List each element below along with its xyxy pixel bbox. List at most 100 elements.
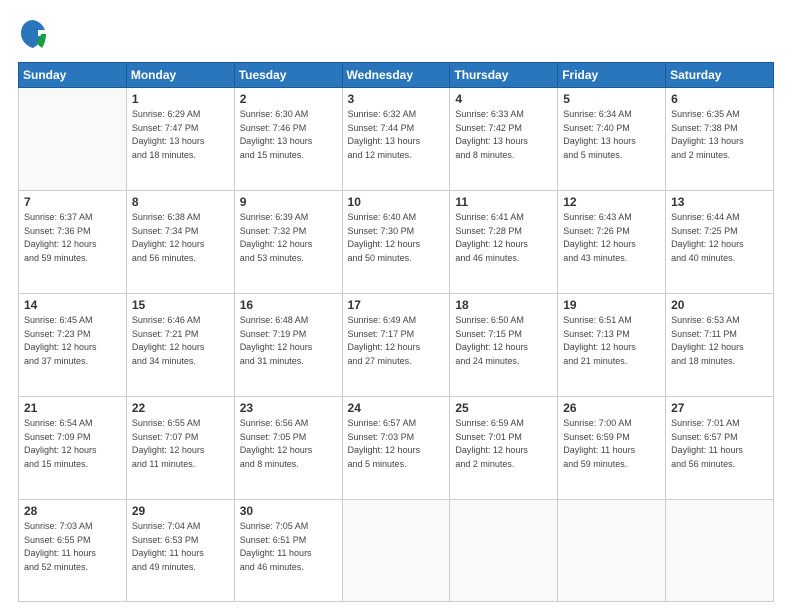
day-number: 7 (24, 195, 121, 209)
day-number: 26 (563, 401, 660, 415)
day-info: Sunrise: 7:03 AMSunset: 6:55 PMDaylight:… (24, 520, 121, 574)
calendar-day-cell: 28 Sunrise: 7:03 AMSunset: 6:55 PMDayligh… (19, 500, 127, 602)
day-number: 17 (348, 298, 445, 312)
day-number: 4 (455, 92, 552, 106)
day-info: Sunrise: 6:39 AMSunset: 7:32 PMDaylight:… (240, 211, 337, 265)
calendar-day-cell: 13 Sunrise: 6:44 AMSunset: 7:25 PMDayligh… (666, 191, 774, 294)
calendar-day-cell: 11 Sunrise: 6:41 AMSunset: 7:28 PMDayligh… (450, 191, 558, 294)
calendar-day-cell: 8 Sunrise: 6:38 AMSunset: 7:34 PMDaylight… (126, 191, 234, 294)
day-info: Sunrise: 7:00 AMSunset: 6:59 PMDaylight:… (563, 417, 660, 471)
calendar-day-cell: 3 Sunrise: 6:32 AMSunset: 7:44 PMDaylight… (342, 88, 450, 191)
day-info: Sunrise: 6:30 AMSunset: 7:46 PMDaylight:… (240, 108, 337, 162)
calendar-week-row: 7 Sunrise: 6:37 AMSunset: 7:36 PMDaylight… (19, 191, 774, 294)
calendar-day-cell: 5Sunrise: 6:34 AMSunset: 7:40 PMDaylight… (558, 88, 666, 191)
calendar-day-cell: 6 Sunrise: 6:35 AMSunset: 7:38 PMDaylight… (666, 88, 774, 191)
day-info: Sunrise: 6:40 AMSunset: 7:30 PMDaylight:… (348, 211, 445, 265)
calendar-day-cell: 30 Sunrise: 7:05 AMSunset: 6:51 PMDayligh… (234, 500, 342, 602)
weekday-header-monday: Monday (126, 63, 234, 88)
day-number: 22 (132, 401, 229, 415)
day-info: Sunrise: 6:49 AMSunset: 7:17 PMDaylight:… (348, 314, 445, 368)
logo (18, 18, 52, 54)
weekday-header-saturday: Saturday (666, 63, 774, 88)
day-info: Sunrise: 6:38 AMSunset: 7:34 PMDaylight:… (132, 211, 229, 265)
day-number: 27 (671, 401, 768, 415)
day-info: Sunrise: 6:33 AMSunset: 7:42 PMDaylight:… (455, 108, 552, 162)
day-number: 3 (348, 92, 445, 106)
day-info: Sunrise: 6:51 AMSunset: 7:13 PMDaylight:… (563, 314, 660, 368)
logo-icon (18, 18, 48, 54)
day-number: 12 (563, 195, 660, 209)
day-number: 15 (132, 298, 229, 312)
day-info: Sunrise: 6:37 AMSunset: 7:36 PMDaylight:… (24, 211, 121, 265)
day-info: Sunrise: 6:59 AMSunset: 7:01 PMDaylight:… (455, 417, 552, 471)
calendar-header-row: SundayMondayTuesdayWednesdayThursdayFrid… (19, 63, 774, 88)
day-number: 19 (563, 298, 660, 312)
calendar-day-cell: 15 Sunrise: 6:46 AMSunset: 7:21 PMDayligh… (126, 294, 234, 397)
day-info: Sunrise: 6:48 AMSunset: 7:19 PMDaylight:… (240, 314, 337, 368)
calendar-week-row: 1Sunrise: 6:29 AMSunset: 7:47 PMDaylight… (19, 88, 774, 191)
day-info: Sunrise: 6:35 AMSunset: 7:38 PMDaylight:… (671, 108, 768, 162)
day-number: 2 (240, 92, 337, 106)
calendar-day-cell: 29 Sunrise: 7:04 AMSunset: 6:53 PMDayligh… (126, 500, 234, 602)
day-number: 10 (348, 195, 445, 209)
calendar-day-cell: 20 Sunrise: 6:53 AMSunset: 7:11 PMDayligh… (666, 294, 774, 397)
day-number: 21 (24, 401, 121, 415)
calendar-day-cell: 9Sunrise: 6:39 AMSunset: 7:32 PMDaylight… (234, 191, 342, 294)
day-info: Sunrise: 7:05 AMSunset: 6:51 PMDaylight:… (240, 520, 337, 574)
day-number: 20 (671, 298, 768, 312)
calendar-day-cell: 19 Sunrise: 6:51 AMSunset: 7:13 PMDayligh… (558, 294, 666, 397)
day-info: Sunrise: 6:46 AMSunset: 7:21 PMDaylight:… (132, 314, 229, 368)
calendar-day-cell: 17 Sunrise: 6:49 AMSunset: 7:17 PMDayligh… (342, 294, 450, 397)
day-number: 11 (455, 195, 552, 209)
day-info: Sunrise: 6:50 AMSunset: 7:15 PMDaylight:… (455, 314, 552, 368)
calendar-day-cell (558, 500, 666, 602)
calendar-week-row: 14Sunrise: 6:45 AMSunset: 7:23 PMDayligh… (19, 294, 774, 397)
calendar-day-cell: 10 Sunrise: 6:40 AMSunset: 7:30 PMDayligh… (342, 191, 450, 294)
calendar-day-cell: 1Sunrise: 6:29 AMSunset: 7:47 PMDaylight… (126, 88, 234, 191)
calendar-day-cell (450, 500, 558, 602)
day-number: 16 (240, 298, 337, 312)
day-number: 18 (455, 298, 552, 312)
day-number: 14 (24, 298, 121, 312)
calendar-day-cell: 7 Sunrise: 6:37 AMSunset: 7:36 PMDaylight… (19, 191, 127, 294)
day-info: Sunrise: 7:01 AMSunset: 6:57 PMDaylight:… (671, 417, 768, 471)
day-info: Sunrise: 6:32 AMSunset: 7:44 PMDaylight:… (348, 108, 445, 162)
calendar-day-cell: 2 Sunrise: 6:30 AMSunset: 7:46 PMDaylight… (234, 88, 342, 191)
day-info: Sunrise: 6:44 AMSunset: 7:25 PMDaylight:… (671, 211, 768, 265)
day-number: 13 (671, 195, 768, 209)
calendar-week-row: 28 Sunrise: 7:03 AMSunset: 6:55 PMDayligh… (19, 500, 774, 602)
weekday-header-friday: Friday (558, 63, 666, 88)
calendar-day-cell: 16 Sunrise: 6:48 AMSunset: 7:19 PMDayligh… (234, 294, 342, 397)
day-info: Sunrise: 6:41 AMSunset: 7:28 PMDaylight:… (455, 211, 552, 265)
calendar-day-cell: 18 Sunrise: 6:50 AMSunset: 7:15 PMDayligh… (450, 294, 558, 397)
day-number: 28 (24, 504, 121, 518)
weekday-header-sunday: Sunday (19, 63, 127, 88)
day-info: Sunrise: 7:04 AMSunset: 6:53 PMDaylight:… (132, 520, 229, 574)
calendar-day-cell: 27 Sunrise: 7:01 AMSunset: 6:57 PMDayligh… (666, 397, 774, 500)
calendar-day-cell: 25 Sunrise: 6:59 AMSunset: 7:01 PMDayligh… (450, 397, 558, 500)
calendar-table: SundayMondayTuesdayWednesdayThursdayFrid… (18, 62, 774, 602)
calendar-day-cell: 21Sunrise: 6:54 AMSunset: 7:09 PMDayligh… (19, 397, 127, 500)
day-number: 23 (240, 401, 337, 415)
day-number: 29 (132, 504, 229, 518)
day-number: 8 (132, 195, 229, 209)
day-number: 6 (671, 92, 768, 106)
calendar-day-cell: 24Sunrise: 6:57 AMSunset: 7:03 PMDayligh… (342, 397, 450, 500)
calendar-day-cell: 23Sunrise: 6:56 AMSunset: 7:05 PMDayligh… (234, 397, 342, 500)
day-info: Sunrise: 6:53 AMSunset: 7:11 PMDaylight:… (671, 314, 768, 368)
day-number: 25 (455, 401, 552, 415)
day-number: 30 (240, 504, 337, 518)
calendar-week-row: 21Sunrise: 6:54 AMSunset: 7:09 PMDayligh… (19, 397, 774, 500)
header (18, 18, 774, 54)
calendar-day-cell (342, 500, 450, 602)
weekday-header-wednesday: Wednesday (342, 63, 450, 88)
calendar-day-cell: 22Sunrise: 6:55 AMSunset: 7:07 PMDayligh… (126, 397, 234, 500)
calendar-day-cell: 26 Sunrise: 7:00 AMSunset: 6:59 PMDayligh… (558, 397, 666, 500)
weekday-header-thursday: Thursday (450, 63, 558, 88)
calendar-day-cell (666, 500, 774, 602)
day-info: Sunrise: 6:34 AMSunset: 7:40 PMDaylight:… (563, 108, 660, 162)
day-info: Sunrise: 6:57 AMSunset: 7:03 PMDaylight:… (348, 417, 445, 471)
calendar-day-cell: 4 Sunrise: 6:33 AMSunset: 7:42 PMDaylight… (450, 88, 558, 191)
calendar-day-cell: 14Sunrise: 6:45 AMSunset: 7:23 PMDayligh… (19, 294, 127, 397)
weekday-header-tuesday: Tuesday (234, 63, 342, 88)
